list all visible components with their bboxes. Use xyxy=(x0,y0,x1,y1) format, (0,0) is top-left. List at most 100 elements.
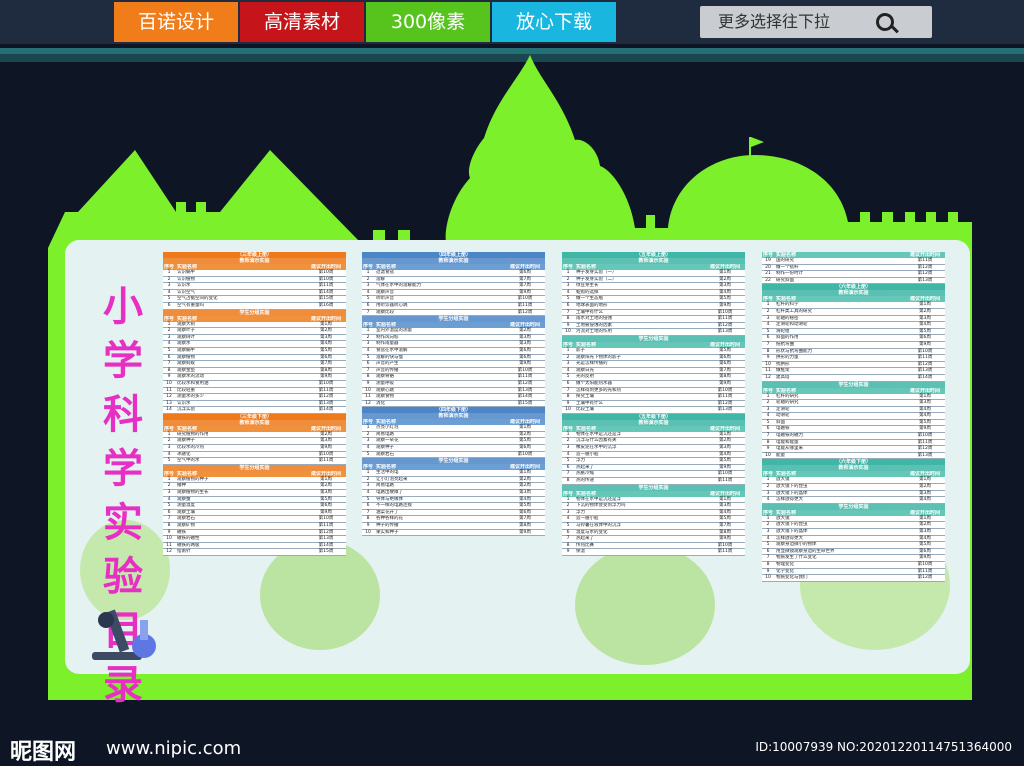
table-row: 12 建高塔 第14周 xyxy=(762,375,945,382)
table-row: 10 果实和种子 第9周 xyxy=(362,530,545,537)
table-row: 4 观察水 第4周 xyxy=(163,341,346,348)
table-cell: 观察比较 xyxy=(376,309,394,315)
table-cell: 9 xyxy=(366,380,370,386)
experiment-column: （三年级上册） 教师演示实验 序号 实验名称 建议开出时间 1 认识蜗牛 第10周 2 认识植物第… xyxy=(163,252,346,556)
table-cell: 3 xyxy=(766,406,770,412)
table-cell: 第2周 xyxy=(320,431,332,437)
table-cell: 保温 xyxy=(576,549,585,555)
table-row: 3 认识水 第11周 xyxy=(163,283,346,290)
table-cell: 3 xyxy=(167,490,171,496)
table-cell: 比较土壤 xyxy=(576,407,594,413)
table-cell: 第3周 xyxy=(719,283,731,289)
table-cell: 3 xyxy=(167,283,171,289)
table-cell: 第12周 xyxy=(318,394,334,400)
table-row: 1 过滤食盐 第6周 xyxy=(362,270,545,277)
table-cell: 2 xyxy=(766,308,770,314)
table-cell: 制作风向标 xyxy=(376,334,399,340)
table-cell: 22 xyxy=(765,277,771,283)
table-cell: 抵抗弯曲 xyxy=(776,341,794,347)
experiment-column: （四年级上册） 教师演示实验 序号 实验名称 建议开出时间 1 过滤食盐 第6周 2 溶解 第7周 3… xyxy=(362,252,545,537)
table-cell: 第13周 xyxy=(517,387,533,393)
table-row: 5 听听声音 第10周 xyxy=(362,296,545,303)
table-cell: 第2周 xyxy=(519,476,531,482)
table-cell: 2 xyxy=(366,476,370,482)
table-cell: 观察阳光下物体的影子 xyxy=(576,354,621,360)
table-row: 10 磁铁的磁性 第13周 xyxy=(163,536,346,543)
table-cell: 12 xyxy=(365,400,371,406)
table-cell: 观察食物 xyxy=(376,394,394,400)
table-row: 5 空气占据空间的变化 第15周 xyxy=(163,296,346,303)
table-row: 5 导体与绝缘体 第4周 xyxy=(362,497,545,504)
table-cell: 第9周 xyxy=(919,426,931,432)
experiment-type-header: 学生分组实验 xyxy=(562,335,745,342)
table-cell: 第11周 xyxy=(318,523,334,528)
table-cell: 观察树叶 xyxy=(177,334,195,340)
table-row: 6 做个太阳能热水器 第9周 xyxy=(562,381,745,388)
table-cell: 声音的传播 xyxy=(376,367,399,373)
table-cell: 9 xyxy=(366,523,370,528)
table-cell: 第3周 xyxy=(919,490,931,496)
table-row: 9 种子的传播 第8周 xyxy=(362,523,545,530)
table-cell: 测量温度 xyxy=(177,503,195,509)
table-cell: 杠杆的研究 xyxy=(776,393,799,399)
table-row: 1 点亮小灯泡 第1周 xyxy=(362,425,545,432)
table-row: 3 观察树叶 第3周 xyxy=(163,335,346,342)
table-cell: 怎样放得更大 xyxy=(776,535,803,541)
table-cell: 8 xyxy=(566,478,570,484)
table-cell: 8 xyxy=(766,439,770,445)
table-cell: 播种 xyxy=(177,483,186,489)
table-cell: 第7周 xyxy=(719,523,731,528)
table-row: 6 温度与水的变化 第8周 xyxy=(562,530,745,537)
experiment-type-header: 学生分组实验 xyxy=(762,381,945,388)
table-row: 5 滑轮组 第5周 xyxy=(762,329,945,336)
table-cell: 第5周 xyxy=(719,458,731,464)
table-cell: 制作一份时计 xyxy=(776,271,803,277)
footer-url[interactable]: www.nipic.com xyxy=(106,738,241,759)
table-row: 1 物体在水中是沉还是浮 第1周 xyxy=(562,432,745,439)
table-row: 1 认识蜗牛 第10周 xyxy=(163,270,346,277)
table-cell: 6 xyxy=(566,529,570,535)
table-row: 2 放大镜下的昆虫 第2周 xyxy=(762,522,945,529)
table-cell: 比较水的冷热 xyxy=(177,445,204,451)
table-row: 9 电能从哪里来 第12周 xyxy=(762,446,945,453)
table-cell: 10 xyxy=(765,575,771,581)
table-cell: 7 xyxy=(167,361,171,367)
table-cell: 1 xyxy=(366,328,370,334)
table-row: 6 声音的产生 第9周 xyxy=(362,361,545,368)
table-cell: 第2周 xyxy=(719,276,731,282)
table-cell: 第9周 xyxy=(719,302,731,308)
table-cell: 雨水对土地的侵蚀 xyxy=(576,316,612,322)
table-cell: 8 xyxy=(566,542,570,548)
table-cell: 第2周 xyxy=(519,328,531,334)
table-row: 2 让小灯泡亮起来 第2周 xyxy=(362,477,545,484)
table-cell: 物体在水中是沉还是浮 xyxy=(576,496,621,502)
table-row: 5 马铃薯在液体中的沉浮 第7周 xyxy=(562,523,745,530)
table-cell: 6 xyxy=(167,302,171,308)
table-cell: 怎样得到更多的光和热 xyxy=(576,387,621,393)
table-cell: 4 xyxy=(167,289,171,295)
table-cell: 观察蚕 xyxy=(177,496,191,502)
table-cell: 4 xyxy=(766,535,770,541)
table-cell: 4 xyxy=(167,451,171,457)
table-cell: 4 xyxy=(167,496,171,502)
table-cell: 第1周 xyxy=(519,425,531,431)
table-cell: 制作雨量器 xyxy=(376,341,399,347)
table-row: 7 抵抗弯曲 第9周 xyxy=(762,342,945,349)
table-cell: 第7周 xyxy=(519,276,531,282)
table-row: 4 定滑轮和动滑轮 第4周 xyxy=(762,322,945,329)
table-row: 3 观察植物的生长 第3周 xyxy=(163,490,346,497)
table-cell: 热起来了 xyxy=(576,536,594,542)
table-cell: 4 xyxy=(766,413,770,419)
table-cell: 1 xyxy=(366,470,370,476)
table-cell: 第10周 xyxy=(517,296,533,302)
table-cell: 21 xyxy=(765,271,771,277)
table-cell: 第10周 xyxy=(717,471,733,477)
table-cell: 6 xyxy=(566,302,570,308)
table-cell: 种子发芽实验（二） xyxy=(576,276,617,282)
table-cell: 形状与抗弯曲能力 xyxy=(776,348,812,354)
table-cell: 观察大树 xyxy=(177,321,195,327)
table-cell: 室内外温度的测量 xyxy=(376,328,412,334)
table-cell: 冰融化 xyxy=(177,451,191,457)
table-cell: 第10周 xyxy=(318,516,334,522)
table-cell: 影子 xyxy=(576,347,585,353)
